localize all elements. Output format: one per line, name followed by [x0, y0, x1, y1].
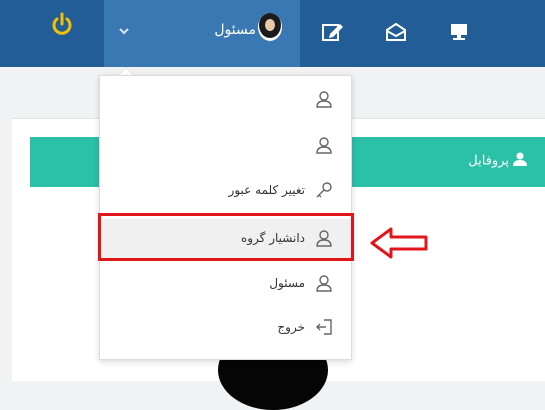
user-icon: [316, 91, 332, 108]
menu-caret: [118, 67, 134, 75]
menu-item-logout[interactable]: خروج: [100, 308, 351, 348]
top-navbar: مسئول: [0, 0, 545, 67]
menu-item-user-1[interactable]: [100, 80, 351, 120]
chevron-down-icon: [119, 28, 129, 35]
menu-item-label: خروج: [277, 320, 305, 334]
key-icon: [316, 182, 332, 198]
menu-item-user-2[interactable]: [100, 126, 351, 166]
envelope-icon[interactable]: [385, 22, 407, 42]
user-avatar: [258, 13, 282, 41]
user-icon: [316, 137, 332, 154]
profile-title-text: پروفایل: [468, 153, 509, 169]
menu-item-manager[interactable]: مسئول: [100, 264, 351, 304]
user-menu-toggle[interactable]: مسئول: [104, 0, 300, 67]
menu-item-change-password[interactable]: تغییر کلمه عبور: [100, 171, 351, 211]
user-icon: [316, 275, 332, 292]
power-icon: [52, 12, 72, 35]
edit-icon[interactable]: [322, 22, 344, 42]
logout-icon: [316, 319, 332, 335]
profile-title: پروفایل: [468, 152, 527, 170]
highlight-annotation-box: [98, 213, 354, 261]
power-button[interactable]: [47, 8, 77, 44]
monitor-icon[interactable]: [448, 22, 470, 42]
menu-item-label: مسئول: [269, 276, 305, 290]
user-name-label: مسئول: [214, 22, 256, 38]
user-icon: [513, 152, 527, 170]
arrow-left-icon: [370, 227, 428, 259]
menu-item-label: تغییر کلمه عبور: [228, 183, 305, 197]
